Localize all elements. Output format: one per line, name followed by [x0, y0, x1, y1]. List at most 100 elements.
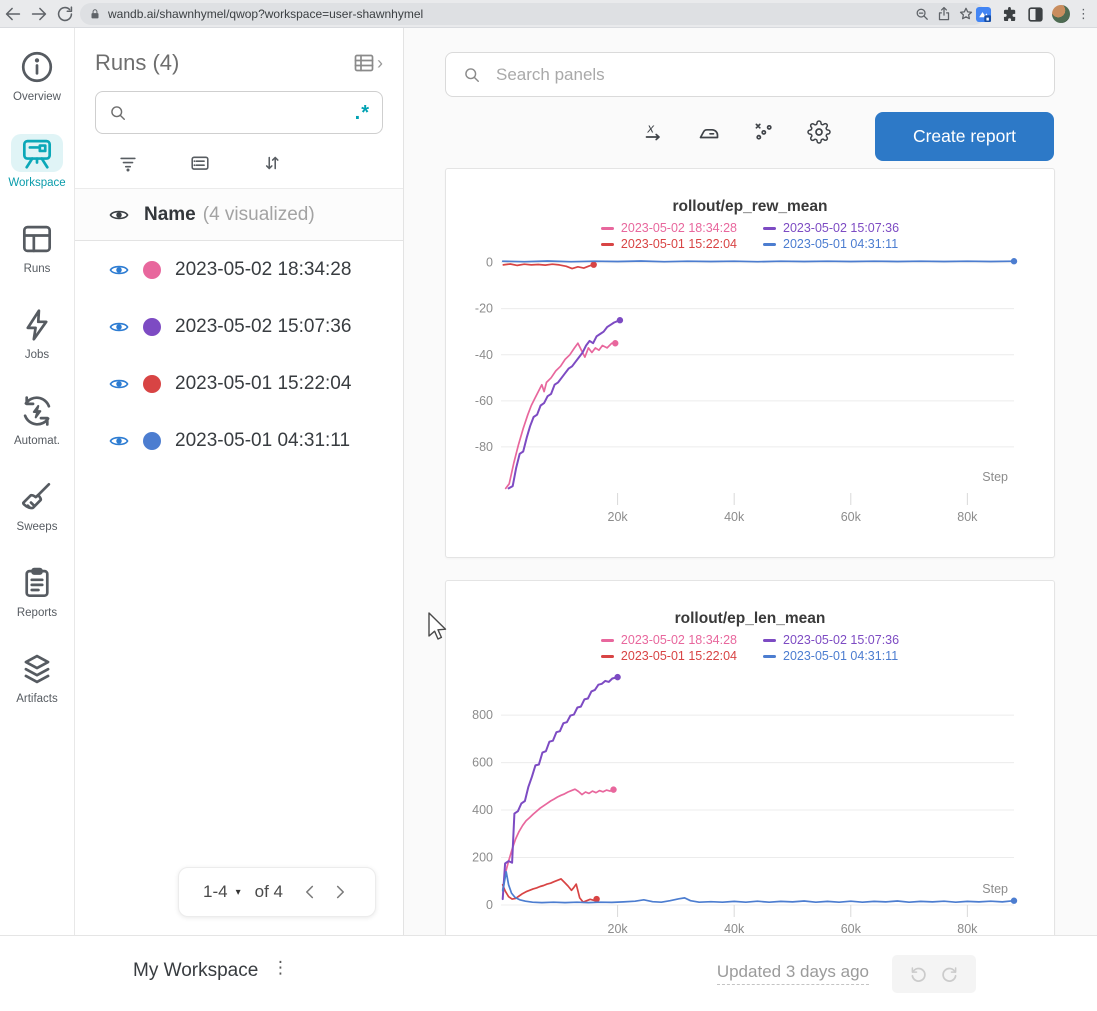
visibility-eye-icon[interactable] [108, 316, 130, 338]
reload-icon[interactable] [52, 3, 78, 25]
series-end-dot [1011, 258, 1017, 264]
run-name: 2023-05-01 15:22:04 [175, 373, 351, 395]
series-line [503, 264, 593, 269]
run-row[interactable]: 2023-05-01 04:31:11 [75, 412, 403, 469]
create-report-button[interactable]: Create report [875, 112, 1054, 161]
halfsquare-extension-icon[interactable] [1026, 5, 1045, 24]
eye-icon[interactable] [108, 204, 130, 226]
legend-dash [763, 639, 776, 642]
forward-icon[interactable] [26, 3, 52, 25]
sidebar-item-reports[interactable]: Reports [0, 548, 74, 634]
run-row[interactable]: 2023-05-01 15:22:04 [75, 355, 403, 412]
sidebar-item-label: Workspace [8, 177, 65, 189]
redo-icon[interactable] [939, 964, 960, 985]
legend-dash [601, 227, 614, 230]
runs-filter-row [75, 134, 403, 188]
url-text: wandb.ai/shawnhymel/qwop?workspace=user-… [108, 7, 911, 21]
regex-toggle-icon[interactable]: .* [355, 108, 370, 118]
chart-title: rollout/ep_len_mean [446, 610, 1054, 628]
chart-plot[interactable]: 0-20-40-60-8020k40k60k80kStep [446, 253, 1054, 543]
y-tick-label: -60 [475, 394, 493, 408]
x-axis-label: Step [982, 882, 1008, 896]
chart-legend: 2023-05-02 18:34:28 2023-05-02 15:07:36 20… [446, 221, 1054, 251]
legend-dash [763, 227, 776, 230]
expand-table-button[interactable]: › [352, 51, 383, 75]
share-icon[interactable] [933, 5, 955, 23]
chart-panel-ep-len-mean[interactable]: rollout/ep_len_mean2023-05-02 18:34:2820… [445, 580, 1055, 970]
sidebar-item-sweeps[interactable]: Sweeps [0, 462, 74, 548]
visibility-eye-icon[interactable] [108, 430, 130, 452]
series-end-dot [617, 317, 623, 323]
series-end-dot [590, 261, 596, 267]
sidebar-item-label: Artifacts [16, 693, 58, 705]
address-bar[interactable]: wandb.ai/shawnhymel/qwop?workspace=user-… [80, 3, 985, 25]
main-panel: x Create report rollout/ep_rew_mean2023-… [404, 28, 1097, 1011]
filter-icon[interactable] [117, 152, 139, 174]
y-tick-label: 600 [472, 756, 493, 770]
run-color-dot[interactable] [143, 432, 161, 450]
series-end-dot [614, 674, 620, 680]
series-line [503, 677, 618, 899]
chart-plot[interactable]: 020040060080020k40k60k80kStep [446, 665, 1054, 955]
page-range[interactable]: 1-4 [203, 882, 228, 902]
sidebar-item-workspace[interactable]: Workspace [0, 118, 74, 204]
y-tick-label: -80 [475, 440, 493, 454]
sort-icon[interactable] [261, 152, 283, 174]
series-line [503, 261, 1014, 262]
artifacts-layers-icon [11, 650, 63, 688]
runs-search-input[interactable] [136, 103, 355, 123]
avatar[interactable] [1052, 5, 1070, 23]
back-icon[interactable] [0, 3, 26, 25]
sidebar-item-label: Runs [24, 263, 51, 275]
jobs-bolt-icon [11, 306, 63, 344]
series-line [506, 343, 616, 488]
run-color-dot[interactable] [143, 261, 161, 279]
sidebar-item-label: Reports [17, 607, 57, 619]
zoom-icon[interactable] [911, 5, 933, 23]
list-icon[interactable] [189, 152, 211, 174]
svg-text:x: x [647, 121, 655, 136]
legend-entry: 2023-05-02 18:34:28 [601, 633, 737, 647]
legend-entry: 2023-05-01 15:22:04 [601, 649, 737, 663]
sidebar-item-jobs[interactable]: Jobs [0, 290, 74, 376]
run-row[interactable]: 2023-05-02 18:34:28 [75, 241, 403, 298]
x-tick-label: 80k [957, 922, 978, 936]
browser-extensions: ⋮ [974, 0, 1089, 28]
run-color-dot[interactable] [143, 318, 161, 336]
kebab-menu-icon[interactable]: ⋮ [1077, 6, 1089, 22]
outliers-icon[interactable] [752, 120, 776, 144]
blue-extension-icon[interactable] [974, 5, 993, 24]
chart-legend: 2023-05-02 18:34:282023-05-02 15:07:3620… [446, 633, 1054, 663]
sidebar-item-overview[interactable]: Overview [0, 32, 74, 118]
next-page-button[interactable] [329, 881, 351, 903]
run-color-dot[interactable] [143, 375, 161, 393]
workspace-menu-icon[interactable]: ⋮ [272, 958, 289, 978]
run-row[interactable]: 2023-05-02 15:07:36 [75, 298, 403, 355]
sidebar-item-automat[interactable]: Automat. [0, 376, 74, 462]
legend-label: 2023-05-02 15:07:36 [783, 221, 899, 235]
run-name: 2023-05-02 15:07:36 [175, 316, 351, 338]
legend-dash [601, 639, 614, 642]
settings-gear-icon[interactable] [807, 120, 831, 144]
panel-search-input[interactable] [494, 64, 1038, 86]
smoothing-iron-icon[interactable] [697, 120, 721, 144]
puzzle-extension-icon[interactable] [1000, 5, 1019, 24]
chart-panel-ep-rew-mean[interactable]: rollout/ep_rew_mean2023-05-02 18:34:2820… [445, 168, 1055, 558]
legend-label: 2023-05-01 04:31:11 [783, 649, 898, 663]
caret-down-icon[interactable]: ▾ [236, 887, 241, 898]
legend-entry: 2023-05-01 15:22:04 [601, 237, 737, 251]
legend-label: 2023-05-02 18:34:28 [621, 221, 737, 235]
updated-timestamp[interactable]: Updated 3 days ago [717, 962, 869, 985]
x-tick-label: 60k [841, 510, 862, 524]
x-tick-label: 20k [608, 922, 629, 936]
x-axis-icon[interactable]: x [642, 120, 666, 144]
sidebar-item-runs[interactable]: Runs [0, 204, 74, 290]
run-name: 2023-05-01 04:31:11 [175, 430, 350, 452]
sidebar-item-artifacts[interactable]: Artifacts [0, 634, 74, 720]
prev-page-button[interactable] [299, 881, 321, 903]
visibility-eye-icon[interactable] [108, 373, 130, 395]
x-tick-label: 40k [724, 510, 745, 524]
automations-icon [11, 392, 63, 430]
undo-icon[interactable] [908, 964, 929, 985]
visibility-eye-icon[interactable] [108, 259, 130, 281]
